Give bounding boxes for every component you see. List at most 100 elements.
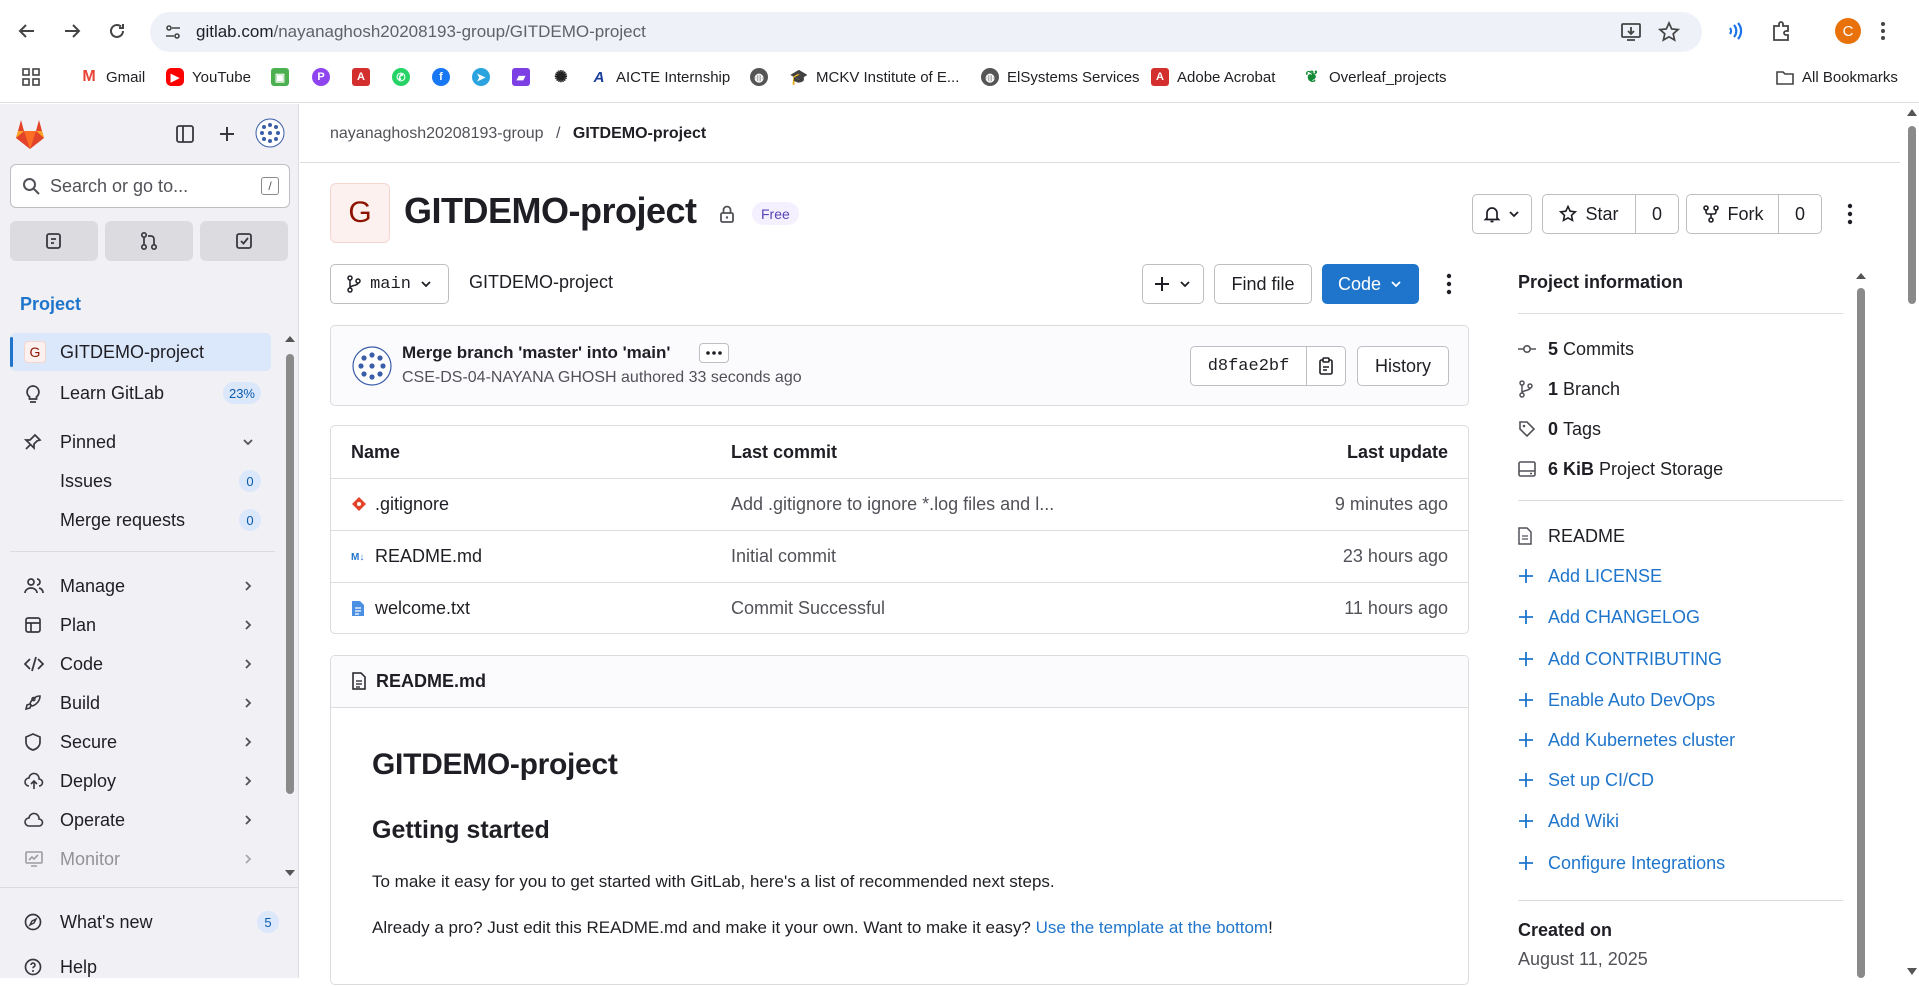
bookmark-proton-icon[interactable]: P — [312, 64, 338, 90]
forward-icon[interactable] — [57, 16, 87, 46]
template-link[interactable]: Use the template at the bottom — [1036, 918, 1268, 937]
file-commit-message[interactable]: Add .gitignore to ignore *.log files and… — [731, 494, 1054, 515]
branches-link[interactable]: 1 Branch — [1518, 376, 1620, 402]
gitlab-logo-icon[interactable] — [13, 118, 47, 150]
bookmark-facebook-icon[interactable]: f — [432, 64, 458, 90]
bookmark-adobe-acrobat[interactable]: A Adobe Acrobat — [1151, 64, 1275, 90]
bookmark-aicte[interactable]: A AICTE Internship — [590, 64, 730, 90]
browser-menu-icon[interactable] — [1880, 20, 1886, 42]
file-name[interactable]: README.md — [375, 546, 482, 567]
bookmark-star-icon[interactable] — [1658, 21, 1680, 43]
todo-list-button[interactable] — [200, 221, 288, 261]
bookmark-overleaf[interactable]: ❦ Overleaf_projects — [1303, 64, 1447, 90]
search-input[interactable]: Search or go to... / — [10, 164, 290, 208]
commit-message[interactable]: Merge branch 'master' into 'main' — [402, 343, 670, 363]
help-button[interactable]: Help — [10, 948, 271, 986]
copy-sha-button[interactable] — [1306, 346, 1346, 386]
merge-requests-button[interactable] — [105, 221, 193, 261]
sidebar-item-pinned[interactable]: Pinned — [10, 423, 271, 461]
find-file-button[interactable]: Find file — [1214, 264, 1312, 304]
table-row[interactable]: M↓ README.md Initial commit 23 hours ago — [331, 530, 1468, 582]
readme-filename[interactable]: README.md — [376, 671, 486, 692]
repo-path[interactable]: GITDEMO-project — [469, 272, 613, 293]
setup-ci-cd-link[interactable]: Set up CI/CD — [1518, 767, 1654, 793]
fork-count[interactable]: 0 — [1778, 194, 1822, 234]
file-commit-message[interactable]: Initial commit — [731, 546, 836, 567]
breadcrumb-project-link[interactable]: GITDEMO-project — [573, 125, 706, 142]
bookmark-elsystems[interactable]: ◍ ElSystems Services — [981, 64, 1140, 90]
bookmark-id-icon[interactable]: ▣ — [271, 64, 297, 90]
table-row[interactable]: .gitignore Add .gitignore to ignore *.lo… — [331, 478, 1468, 530]
branch-selector[interactable]: main — [330, 264, 449, 304]
readme-link[interactable]: README — [1518, 523, 1625, 549]
bookmark-chatgpt-icon[interactable]: ✺ — [552, 64, 578, 90]
reload-icon[interactable] — [102, 16, 132, 46]
add-changelog-link[interactable]: Add CHANGELOG — [1518, 604, 1700, 630]
bookmark-gradient-icon[interactable]: ▰ — [512, 64, 538, 90]
info-panel-scrollbar[interactable] — [1856, 270, 1866, 978]
expand-commit-description-button[interactable] — [699, 343, 729, 363]
address-bar[interactable]: gitlab.com/nayanaghosh20208193-group/GIT… — [150, 12, 1702, 52]
sidebar-item-code[interactable]: Code — [10, 645, 271, 683]
sidebar-item-operate[interactable]: Operate — [10, 801, 271, 839]
sidebar-item-manage[interactable]: Manage — [10, 567, 271, 605]
star-button[interactable]: Star — [1542, 194, 1636, 234]
site-info-icon[interactable] — [164, 23, 182, 41]
sidebar-scrollbar[interactable] — [284, 332, 296, 880]
storage-link[interactable]: 6 KiB Project Storage — [1518, 456, 1723, 482]
commit-author-link[interactable]: CSE-DS-04-NAYANA GHOSH — [402, 369, 617, 386]
user-avatar[interactable] — [255, 118, 285, 148]
page-scrollbar[interactable] — [1905, 104, 1919, 978]
apps-grid-icon[interactable] — [22, 64, 40, 90]
bookmark-mckv[interactable]: 🎓 MCKV Institute of E... — [790, 64, 959, 90]
star-count[interactable]: 0 — [1635, 194, 1679, 234]
back-icon[interactable] — [12, 16, 42, 46]
install-app-icon[interactable] — [1620, 21, 1642, 43]
history-button[interactable]: History — [1357, 346, 1449, 386]
sidebar-item-build[interactable]: Build — [10, 684, 271, 722]
configure-integrations-link[interactable]: Configure Integrations — [1518, 850, 1725, 876]
add-to-tree-button[interactable] — [1142, 264, 1204, 304]
fork-button[interactable]: Fork — [1686, 194, 1779, 234]
sidebar-item-project[interactable]: G GITDEMO-project — [10, 333, 271, 371]
sidebar-item-learn-gitlab[interactable]: Learn GitLab 23% — [10, 374, 271, 412]
extensions-puzzle-icon[interactable] — [1770, 20, 1792, 42]
add-kubernetes-cluster-link[interactable]: Add Kubernetes cluster — [1518, 727, 1735, 753]
bookmark-telegram-icon[interactable]: ➤ — [472, 64, 498, 90]
add-contributing-link[interactable]: Add CONTRIBUTING — [1518, 646, 1722, 672]
commit-sha[interactable]: d8fae2bf — [1190, 346, 1307, 386]
table-row[interactable]: welcome.txt Commit Successful 11 hours a… — [331, 582, 1468, 633]
bookmark-gmail[interactable]: M Gmail — [80, 64, 145, 90]
file-name[interactable]: .gitignore — [375, 494, 449, 515]
repo-actions-kebab-icon[interactable] — [1446, 273, 1452, 295]
add-license-link[interactable]: Add LICENSE — [1518, 563, 1662, 589]
sidebar-item-plan[interactable]: Plan — [10, 606, 271, 644]
profile-avatar[interactable]: C — [1835, 18, 1861, 44]
breadcrumb-group-link[interactable]: nayanaghosh20208193-group — [330, 125, 544, 142]
sidebar-item-deploy[interactable]: Deploy — [10, 762, 271, 800]
whats-new-button[interactable]: What's new 5 — [10, 903, 279, 941]
add-wiki-link[interactable]: Add Wiki — [1518, 808, 1619, 834]
enable-auto-devops-link[interactable]: Enable Auto DevOps — [1518, 687, 1715, 713]
all-bookmarks[interactable]: All Bookmarks — [1776, 64, 1898, 90]
tags-link[interactable]: 0 Tags — [1518, 416, 1601, 442]
toggle-sidebar-icon[interactable] — [175, 124, 195, 144]
sidebar-item-monitor[interactable]: Monitor — [10, 840, 271, 878]
sidebar-item-merge-requests[interactable]: Merge requests 0 — [10, 501, 271, 539]
project-actions-kebab-icon[interactable] — [1847, 203, 1853, 225]
sidebar-item-secure[interactable]: Secure — [10, 723, 271, 761]
code-dropdown-button[interactable]: Code — [1322, 264, 1419, 304]
notifications-button[interactable] — [1472, 194, 1532, 234]
create-new-icon[interactable] — [217, 124, 237, 144]
commit-author-avatar[interactable] — [352, 346, 392, 386]
assigned-issues-button[interactable] — [10, 221, 98, 261]
file-name[interactable]: welcome.txt — [375, 598, 470, 619]
bookmark-whatsapp-icon[interactable]: ✆ — [392, 64, 418, 90]
extension-wifi-icon[interactable] — [1724, 20, 1746, 42]
commits-link[interactable]: 5 Commits — [1518, 336, 1634, 362]
sidebar-item-issues[interactable]: Issues 0 — [10, 462, 271, 500]
bookmark-pdf-icon[interactable]: A — [352, 64, 378, 90]
bookmark-globe-icon[interactable]: ◍ — [750, 64, 776, 90]
file-commit-message[interactable]: Commit Successful — [731, 598, 885, 619]
bookmark-youtube[interactable]: ▶ YouTube — [166, 64, 251, 90]
